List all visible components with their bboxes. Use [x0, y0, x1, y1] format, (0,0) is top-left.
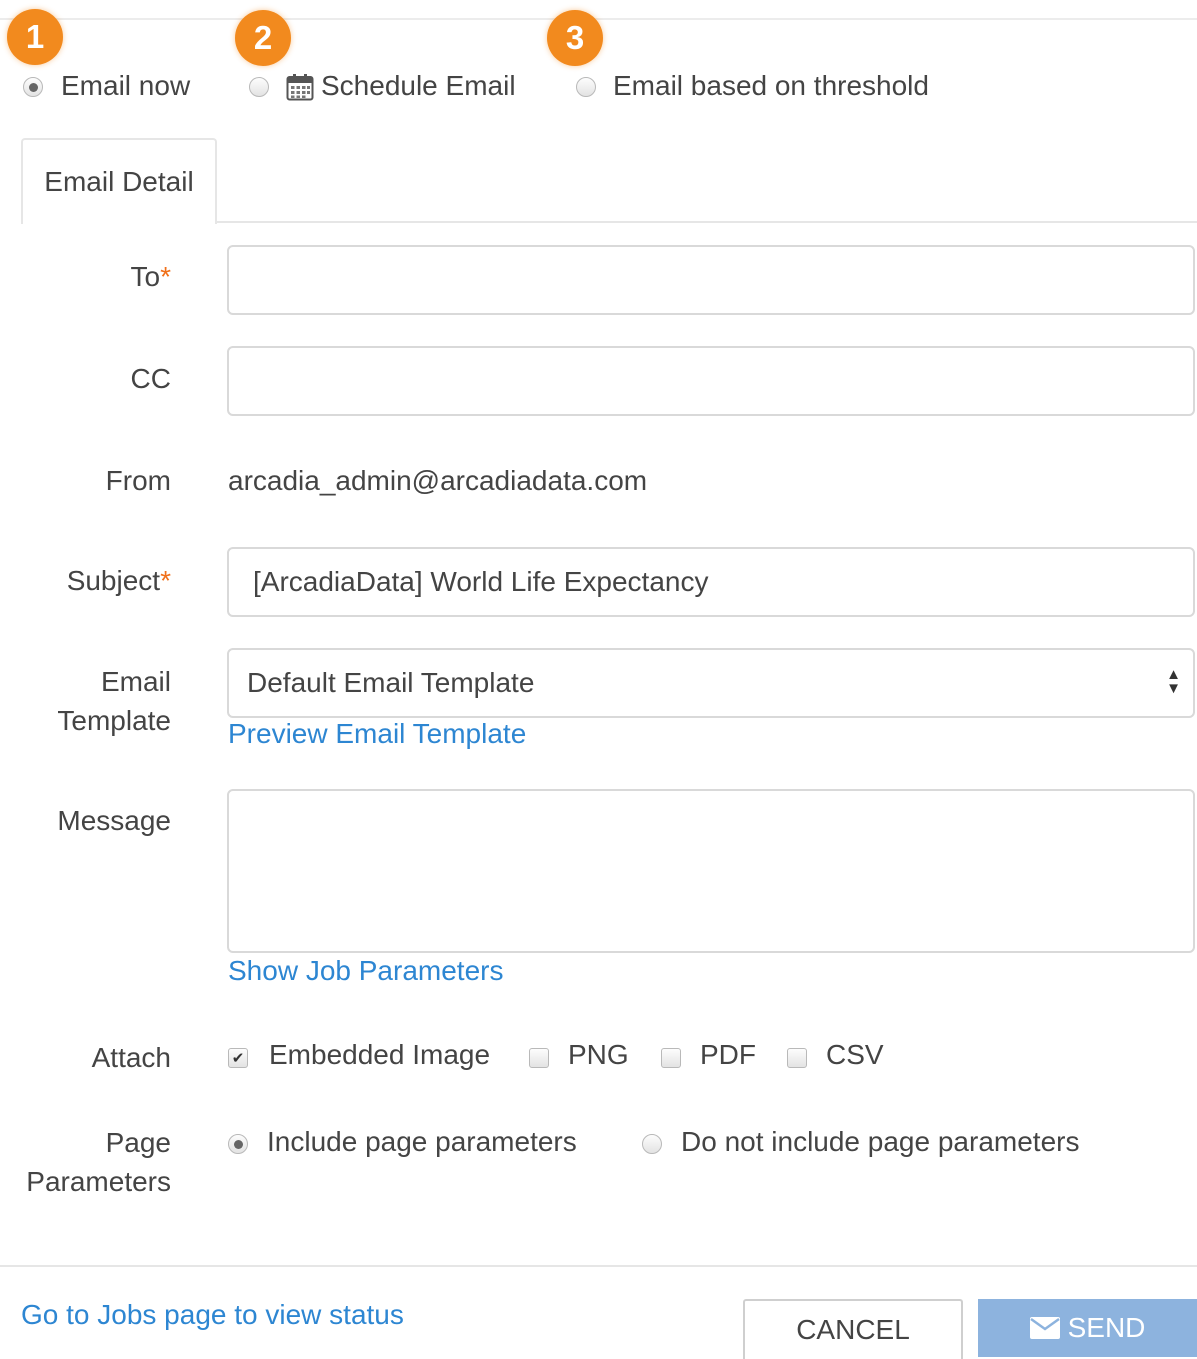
template-selected-value: Default Email Template [247, 667, 535, 698]
csv-label[interactable]: CSV [826, 1039, 884, 1071]
email-template-select[interactable]: Default Email Template ▲ ▼ [227, 648, 1195, 718]
threshold-radio[interactable] [576, 77, 596, 97]
exclude-params-radio[interactable] [642, 1134, 662, 1154]
include-params-label[interactable]: Include page parameters [267, 1126, 577, 1158]
from-value: arcadia_admin@arcadiadata.com [228, 465, 648, 496]
embedded-image-checkbox[interactable]: ✔ [228, 1048, 248, 1068]
png-label[interactable]: PNG [568, 1039, 629, 1071]
top-divider [0, 18, 1197, 20]
pdf-label[interactable]: PDF [700, 1039, 756, 1071]
schedule-email-radio[interactable] [249, 77, 269, 97]
to-label: To* [130, 261, 171, 292]
message-textarea[interactable] [227, 789, 1195, 953]
subject-input[interactable] [227, 547, 1195, 617]
template-label-line2: Template [57, 705, 171, 736]
tab-email-detail[interactable]: Email Detail [21, 138, 217, 224]
show-job-parameters-link[interactable]: Show Job Parameters [228, 955, 503, 987]
cc-label: CC [130, 363, 171, 394]
envelope-icon [1029, 1317, 1060, 1339]
send-button[interactable]: SEND [978, 1299, 1197, 1357]
send-label: SEND [1067, 1312, 1146, 1343]
email-now-label[interactable]: Email now [61, 70, 190, 102]
page-params-label-line1: Page [105, 1127, 171, 1158]
step-badge-1: 1 [7, 9, 63, 65]
subject-label: Subject* [66, 565, 171, 596]
include-params-radio[interactable] [228, 1134, 248, 1154]
tab-divider [217, 221, 1197, 223]
page-params-label-line2: Parameters [26, 1166, 171, 1197]
from-label: From [105, 465, 171, 496]
png-checkbox[interactable] [529, 1048, 549, 1068]
pdf-checkbox[interactable] [661, 1048, 681, 1068]
csv-checkbox[interactable] [787, 1048, 807, 1068]
exclude-params-label[interactable]: Do not include page parameters [681, 1126, 1079, 1158]
message-label: Message [57, 805, 171, 836]
template-label-line1: Email [100, 666, 171, 697]
schedule-email-label[interactable]: Schedule Email [321, 70, 516, 102]
select-arrows-icon: ▲ ▼ [1166, 666, 1181, 697]
footer-divider [0, 1265, 1197, 1267]
threshold-label[interactable]: Email based on threshold [613, 70, 929, 102]
attach-label: Attach [91, 1042, 171, 1073]
email-now-radio[interactable] [23, 77, 43, 97]
to-input[interactable] [227, 245, 1195, 315]
jobs-page-link[interactable]: Go to Jobs page to view status [21, 1299, 404, 1331]
cancel-button[interactable]: CANCEL [743, 1299, 963, 1359]
preview-template-link[interactable]: Preview Email Template [228, 718, 526, 750]
step-badge-2: 2 [235, 10, 291, 66]
cc-input[interactable] [227, 346, 1195, 416]
calendar-icon [286, 74, 314, 101]
step-badge-3: 3 [547, 10, 603, 66]
embedded-image-label[interactable]: Embedded Image [269, 1039, 490, 1071]
